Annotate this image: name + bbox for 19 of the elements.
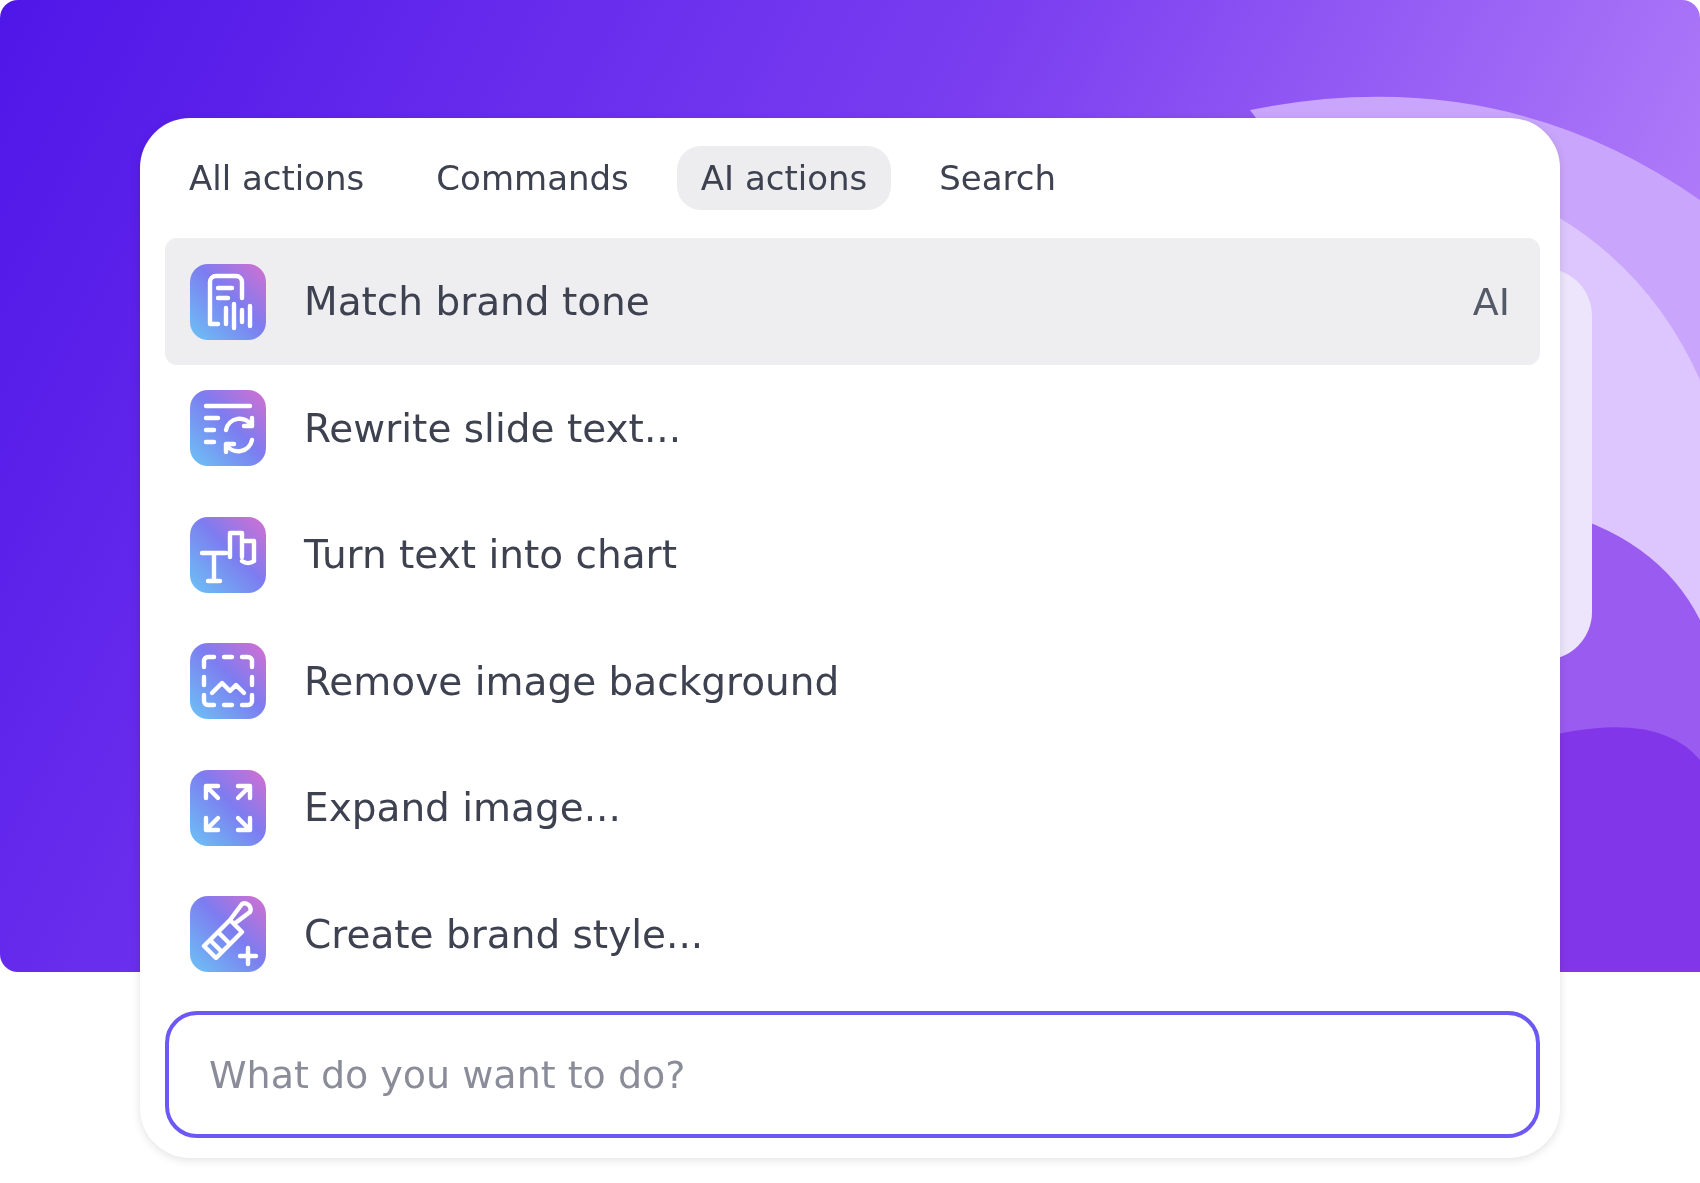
command-input-field[interactable]: What do you want to do?: [165, 1011, 1540, 1138]
tab[interactable]: Commands: [412, 145, 653, 210]
action-label: Match brand tone: [304, 279, 651, 325]
tab[interactable]: AI actions: [676, 145, 892, 210]
expand-icon: [190, 769, 266, 846]
action-label: Expand image...: [304, 785, 622, 831]
action-label: Create brand style...: [304, 911, 705, 957]
action-label: Rewrite slide text...: [304, 405, 683, 451]
action-item[interactable]: Match brand tone AI: [165, 238, 1540, 365]
text-refresh-icon: [190, 390, 266, 467]
action-label: Remove image background: [304, 658, 841, 704]
text-chart-icon: [190, 516, 266, 593]
image-frame-icon: [190, 643, 266, 720]
paint-brush-plus-icon: [190, 896, 266, 973]
document-waveform-icon: [190, 263, 266, 340]
tab[interactable]: All actions: [165, 145, 389, 210]
ai-tag: AI: [1472, 279, 1510, 324]
action-label: Turn text into chart: [304, 532, 678, 578]
tab[interactable]: Search: [915, 145, 1081, 210]
